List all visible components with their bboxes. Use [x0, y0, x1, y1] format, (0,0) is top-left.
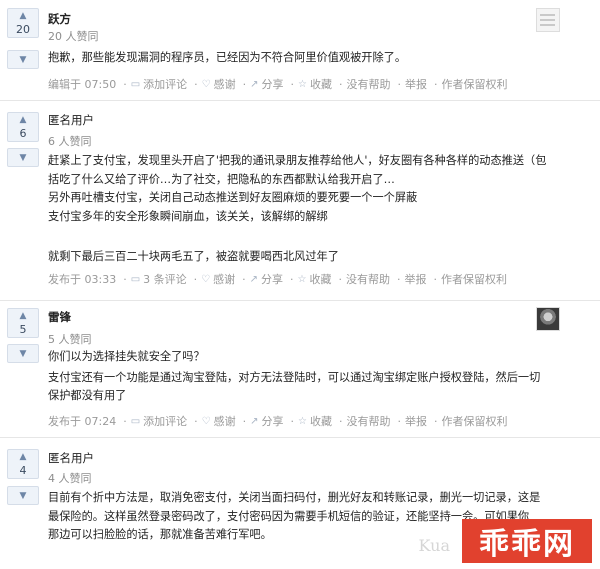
answer-3: ▲ 5 ▼ 雷锋 5 人赞同 你们以为选择挂失就安全了吗？ 支付宝还有一个功能是…: [0, 300, 600, 438]
vote-box: ▲ 6: [7, 112, 39, 142]
comment-button[interactable]: 3 条评论: [143, 271, 187, 287]
answer-content: 抱歉，那些能发现漏洞的程序员，已经因为不符合阿里价值观被开除了。: [48, 49, 568, 68]
heart-icon: ♡: [201, 78, 211, 90]
share-button[interactable]: 分享: [261, 271, 283, 287]
no-help-button[interactable]: 没有帮助: [346, 271, 390, 287]
content-line: 目前有个折中方法是，取消免密支付，关闭当面扫码付，删光好友和转账记录，删光一切记…: [48, 491, 541, 504]
downvote-button[interactable]: ▼: [7, 486, 39, 505]
watermark-faded-text: Kua: [418, 536, 450, 555]
comment-icon: ▭: [130, 78, 141, 90]
downvote-button[interactable]: ▼: [7, 148, 39, 167]
content-line: 保护都没有用了: [48, 389, 127, 402]
report-button[interactable]: 举报: [404, 271, 426, 287]
vote-count: 6: [19, 127, 27, 140]
post-time[interactable]: 发布于 07:24: [48, 413, 116, 429]
star-icon: ☆: [298, 415, 307, 427]
agree-count[interactable]: 5 人赞同: [48, 331, 92, 347]
vote-box: ▲ 5: [7, 308, 39, 338]
vote-count: 4: [19, 464, 27, 477]
vote-count: 20: [16, 23, 30, 36]
post-time[interactable]: 编辑于 07:50: [48, 76, 116, 92]
author-name[interactable]: 跃方: [48, 11, 71, 27]
copyright-link[interactable]: 作者保留权利: [441, 413, 507, 429]
content-line: 你们以为选择挂失就安全了吗？: [48, 350, 205, 363]
share-icon: ↗: [250, 415, 259, 427]
thanks-button[interactable]: 感谢: [214, 413, 236, 429]
star-icon: ☆: [298, 78, 307, 90]
avatar[interactable]: [536, 307, 560, 331]
answer-content: 你们以为选择挂失就安全了吗？ 支付宝还有一个功能是通过淘宝登陆，对方无法登陆时，…: [48, 348, 568, 406]
avatar[interactable]: [536, 8, 560, 32]
upvote-button[interactable]: ▲: [8, 450, 38, 464]
comment-icon: ▭: [130, 415, 141, 427]
share-button[interactable]: 分享: [262, 76, 284, 92]
report-button[interactable]: 举报: [405, 413, 427, 429]
vote-count: 5: [19, 323, 27, 336]
content-line: 赶紧上了支付宝，发现里头开启了'把我的通讯录朋友推荐给他人'，好友圈有各种各样的…: [48, 154, 547, 167]
upvote-button[interactable]: ▲: [8, 309, 38, 323]
answer-meta: 编辑于 07:50 · ▭ 添加评论 · ♡ 感谢 · ↗ 分享 · ☆ 收藏 · 没有…: [48, 76, 508, 92]
thanks-button[interactable]: 感谢: [214, 76, 236, 92]
copyright-link[interactable]: 作者保留权利: [441, 271, 507, 287]
collect-button[interactable]: 收藏: [309, 271, 331, 287]
no-help-button[interactable]: 没有帮助: [346, 76, 390, 92]
content-line: 抱歉，那些能发现漏洞的程序员，已经因为不符合阿里价值观被开除了。: [48, 51, 407, 64]
upvote-button[interactable]: ▲: [8, 9, 38, 23]
no-help-button[interactable]: 没有帮助: [346, 413, 390, 429]
agree-count[interactable]: 20 人赞同: [48, 28, 99, 44]
share-icon: ↗: [250, 78, 259, 90]
comment-button[interactable]: 添加评论: [143, 76, 187, 92]
author-name: 匿名用户: [48, 451, 94, 465]
star-icon: ☆: [297, 273, 307, 285]
answer-2: ▲ 6 ▼ 匿名用户 6 人赞同 赶紧上了支付宝，发现里头开启了'把我的通讯录朋…: [0, 104, 600, 301]
downvote-button[interactable]: ▼: [7, 50, 39, 69]
content-line: 另外再吐槽支付宝，关闭自己动态推送到好友圈麻烦的要死要一个一个屏蔽: [48, 191, 418, 204]
content-line: 就剩下最后三百二十块两毛五了，被盗就要喝西北风过年了: [48, 250, 339, 263]
site-watermark-logo: 乖乖网: [462, 519, 592, 563]
copyright-link[interactable]: 作者保留权利: [441, 76, 507, 92]
content-line: 括吃了什么又给了评价…为了社交，把隐私的东西都默认给我开启了…: [48, 172, 395, 186]
comment-button[interactable]: 添加评论: [143, 413, 187, 429]
agree-count[interactable]: 6 人赞同: [48, 133, 92, 149]
answer-meta: 发布于 03:33 · ▭ 3 条评论 · ♡ 感谢 · ↗ 分享 · ☆ 收藏 · 没…: [48, 271, 507, 287]
collect-button[interactable]: 收藏: [310, 76, 332, 92]
share-button[interactable]: 分享: [262, 413, 284, 429]
author-name[interactable]: 雷锋: [48, 309, 71, 325]
heart-icon: ♡: [201, 415, 211, 427]
agree-count[interactable]: 4 人赞同: [48, 470, 92, 486]
report-button[interactable]: 举报: [405, 76, 427, 92]
vote-box: ▲ 20: [7, 8, 39, 38]
comment-icon: ▭: [130, 273, 141, 285]
content-line: 支付宝还有一个功能是通过淘宝登陆，对方无法登陆时，可以通过淘宝绑定账户授权登陆，…: [48, 370, 541, 384]
author-name: 匿名用户: [48, 113, 94, 127]
content-line: 支付宝多年的安全形象瞬间崩血，该关关，该解绑的解绑: [48, 209, 328, 223]
answer-meta: 发布于 07:24 · ▭ 添加评论 · ♡ 感谢 · ↗ 分享 · ☆ 收藏 · 没有…: [48, 413, 508, 429]
vote-box: ▲ 4: [7, 449, 39, 479]
upvote-button[interactable]: ▲: [8, 113, 38, 127]
downvote-button[interactable]: ▼: [7, 344, 39, 363]
thanks-button[interactable]: 感谢: [213, 271, 235, 287]
collect-button[interactable]: 收藏: [310, 413, 332, 429]
answer-content: 赶紧上了支付宝，发现里头开启了'把我的通讯录朋友推荐给他人'，好友圈有各种各样的…: [48, 152, 568, 267]
share-icon: ↗: [249, 273, 259, 285]
heart-icon: ♡: [201, 273, 211, 285]
answer-1: ▲ 20 ▼ 跃方 20 人赞同 抱歉，那些能发现漏洞的程序员，已经因为不符合阿…: [0, 0, 600, 101]
post-time[interactable]: 发布于 03:33: [48, 271, 116, 287]
